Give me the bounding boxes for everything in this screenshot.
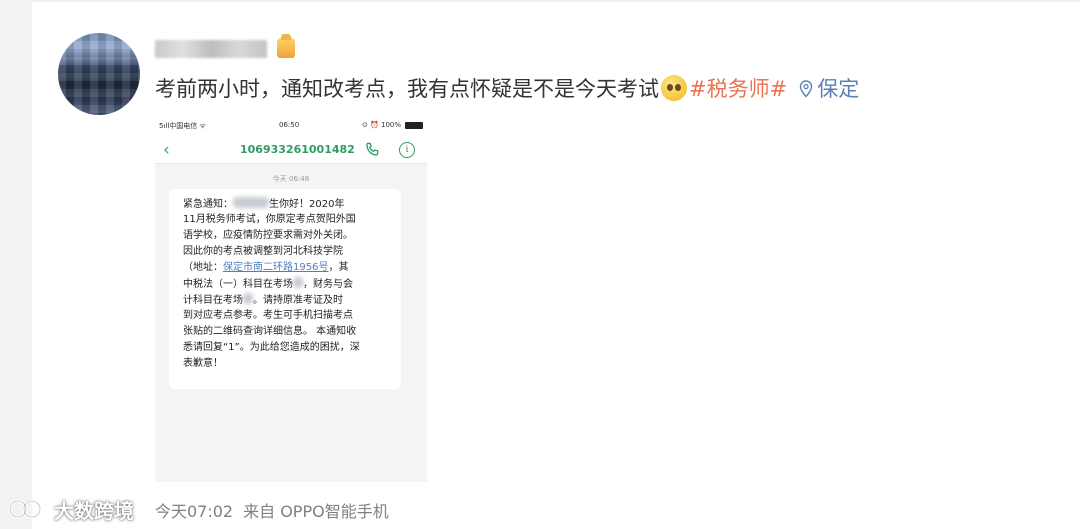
avatar[interactable] (58, 33, 140, 115)
sms-line: 语学校，应疫情防控要求需对外关闭。 (183, 230, 353, 241)
sms-line: 悉请回复“1”。为此给您造成的困扰，深 (183, 342, 360, 353)
sms-line: 紧急通知： 生你好！2020年 (183, 197, 345, 210)
sms-header: ‹ 106933261001482 i (155, 137, 427, 164)
sms-status-time: 06:50 (279, 121, 300, 129)
location-link[interactable]: 保定 (817, 77, 859, 101)
phone-icon (366, 142, 379, 156)
location-pin-icon (800, 80, 813, 98)
sms-message-bubble: 紧急通知： 生你好！2020年 11月税务师考试，你原定考点贺阳外国 语学校，应疫… (169, 189, 401, 389)
sms-screenshot-image[interactable]: 5ıll中国电信 ᯤ 06:50 ⊙ ⏰ 100% ‹ 106933261001… (155, 115, 427, 482)
topic-link[interactable]: #税务师# (689, 77, 787, 101)
post-source: 来自 OPPO智能手机 (243, 502, 389, 521)
sms-line: （地址：保定市南二环路1956号，其 (183, 262, 349, 273)
sms-line: 11月税务师考试，你原定考点贺阳外国 (183, 214, 356, 225)
username-blurred[interactable] (155, 40, 267, 58)
sms-date-label: 今天 06:48 (272, 175, 310, 183)
post-text: 考前两小时，通知改考点，我有点怀疑是不是今天考试 #税务师# 保定 (155, 74, 859, 104)
sms-sender-number: 106933261001482 (240, 143, 355, 156)
watermark: 大数跨境 (8, 492, 134, 526)
redacted-name (233, 197, 269, 208)
sms-battery-label: ⊙ ⏰ 100% (361, 121, 401, 129)
info-icon: i (399, 142, 415, 158)
redacted-room (293, 277, 303, 288)
post-time[interactable]: 今天07:02 (155, 502, 233, 521)
redacted-room (243, 293, 253, 304)
post-body: 考前两小时，通知改考点，我有点怀疑是不是今天考试 (155, 77, 659, 101)
watermark-text: 大数跨境 (54, 498, 134, 523)
sms-line: 到对应考点参考。考生可手机扫描考点 (183, 310, 353, 321)
back-arrow-icon: ‹ (163, 140, 170, 160)
member-badge-icon[interactable] (277, 34, 295, 58)
sms-status-bar: 5ıll中国电信 ᯤ 06:50 ⊙ ⏰ 100% (155, 115, 427, 137)
sms-carrier: 5ıll中国电信 ᯤ (159, 122, 206, 130)
watermark-logo-icon (8, 499, 42, 519)
post-footer: 今天07:02 来自 OPPO智能手机 (155, 498, 389, 522)
sms-line: 中税法（一）科目在考场 ，财务与会 (183, 277, 353, 290)
sad-face-emoji-icon (661, 75, 687, 101)
address-link: 保定市南二环路1956号 (223, 262, 329, 273)
sms-line: 计科目在考场 。请持原准考证及时 (183, 293, 343, 306)
battery-icon (405, 122, 423, 129)
sms-line: 张贴的二维码查询详细信息。 本通知收 (183, 326, 357, 337)
sms-line: 表歉意！ (183, 358, 223, 369)
sms-line: 因此你的考点被调整到河北科技学院 (183, 246, 343, 257)
